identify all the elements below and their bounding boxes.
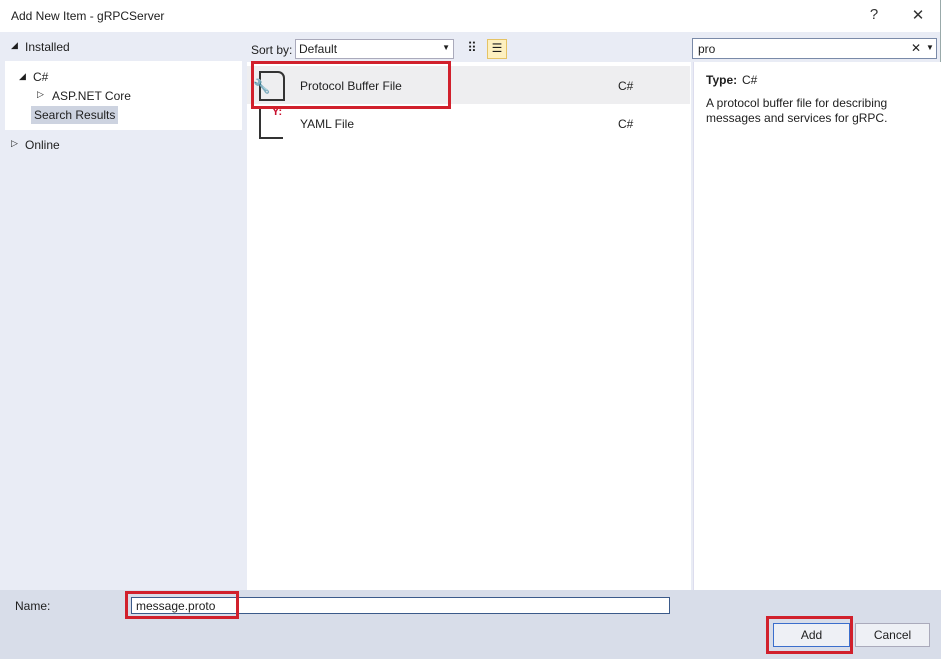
help-button[interactable]: ? [864, 6, 884, 23]
chevron-down-icon: ▼ [442, 43, 450, 52]
tree-installed[interactable]: Installed [25, 40, 70, 54]
medium-icons-view-button[interactable]: ⠿ [463, 40, 481, 58]
type-value: C# [742, 73, 758, 87]
cancel-button[interactable]: Cancel [855, 623, 930, 647]
search-value: pro [698, 42, 716, 56]
details-pane: Type: C# A protocol buffer file for desc… [693, 62, 941, 590]
highlight-box [125, 591, 239, 619]
type-label: Type: [706, 73, 738, 87]
collapsed-icon[interactable]: ▷ [37, 89, 44, 100]
add-new-item-dialog: Add New Item - gRPCServer ? ✕ ◢ Installe… [0, 0, 941, 659]
search-options-chevron-icon[interactable]: ▼ [926, 43, 934, 52]
title-bar: Add New Item - gRPCServer ? ✕ [0, 0, 940, 32]
tree-csharp[interactable]: C# [33, 70, 48, 84]
tree-aspnet-core[interactable]: ASP.NET Core [52, 89, 131, 103]
tree-search-results[interactable]: Search Results [31, 106, 119, 124]
template-tree: ◢ C# ▷ ASP.NET Core Search Results [5, 61, 242, 130]
search-input[interactable]: pro ✕ ▼ [692, 38, 937, 59]
item-name: YAML File [300, 117, 355, 131]
tree-online[interactable]: Online [25, 138, 60, 152]
close-button[interactable]: ✕ [908, 6, 928, 24]
clear-search-button[interactable]: ✕ [911, 41, 921, 55]
list-item-yaml[interactable]: Y: YAML File C# [247, 104, 690, 142]
item-lang: C# [618, 79, 634, 93]
description: A protocol buffer file for describing me… [706, 96, 888, 125]
collapsed-icon[interactable]: ▷ [11, 138, 18, 149]
list-view-button[interactable]: ☰ [487, 39, 507, 59]
expanded-icon[interactable]: ◢ [19, 71, 26, 82]
footer: Name: message.proto Add Cancel [0, 590, 941, 659]
highlight-box [766, 616, 853, 654]
window-title: Add New Item - gRPCServer [11, 9, 165, 23]
highlight-box [251, 61, 451, 109]
expanded-icon[interactable]: ◢ [11, 40, 18, 51]
template-list: 🔧 Protocol Buffer File C# Y: YAML File C… [247, 62, 691, 590]
name-label: Name: [15, 599, 51, 613]
item-lang: C# [618, 117, 634, 131]
sort-value: Default [299, 42, 338, 56]
sort-select[interactable]: Default ▼ [295, 39, 454, 59]
sort-label: Sort by: [251, 43, 293, 57]
